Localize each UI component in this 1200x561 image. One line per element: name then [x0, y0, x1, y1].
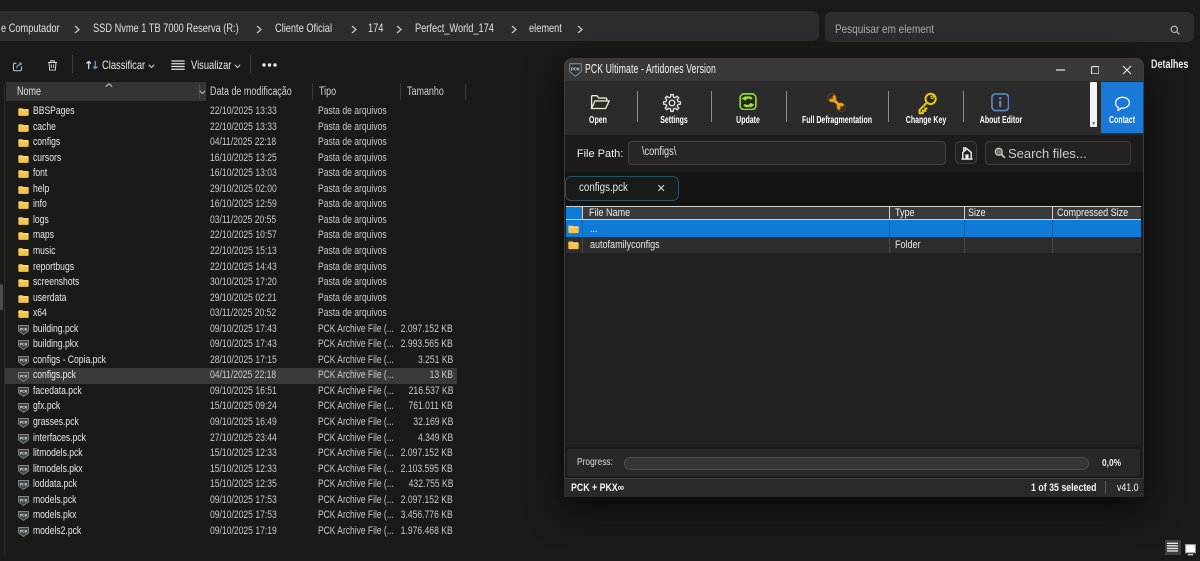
svg-text:PCK: PCK: [19, 468, 27, 472]
svg-text:PCK: PCK: [19, 343, 27, 347]
svg-text:PCK: PCK: [19, 514, 27, 518]
svg-text:PCK: PCK: [19, 405, 27, 409]
svg-text:PCK: PCK: [19, 328, 27, 332]
svg-text:PCK: PCK: [19, 390, 27, 394]
svg-text:PCK: PCK: [19, 359, 27, 363]
svg-text:PCK: PCK: [19, 452, 27, 456]
svg-text:PCK: PCK: [19, 530, 27, 534]
svg-text:PCK: PCK: [19, 421, 27, 425]
svg-text:PCK: PCK: [19, 374, 27, 378]
svg-text:PCK: PCK: [571, 67, 580, 72]
svg-text:PCK: PCK: [19, 436, 27, 440]
svg-text:PCK: PCK: [19, 499, 27, 503]
svg-text:PCK: PCK: [19, 483, 27, 487]
